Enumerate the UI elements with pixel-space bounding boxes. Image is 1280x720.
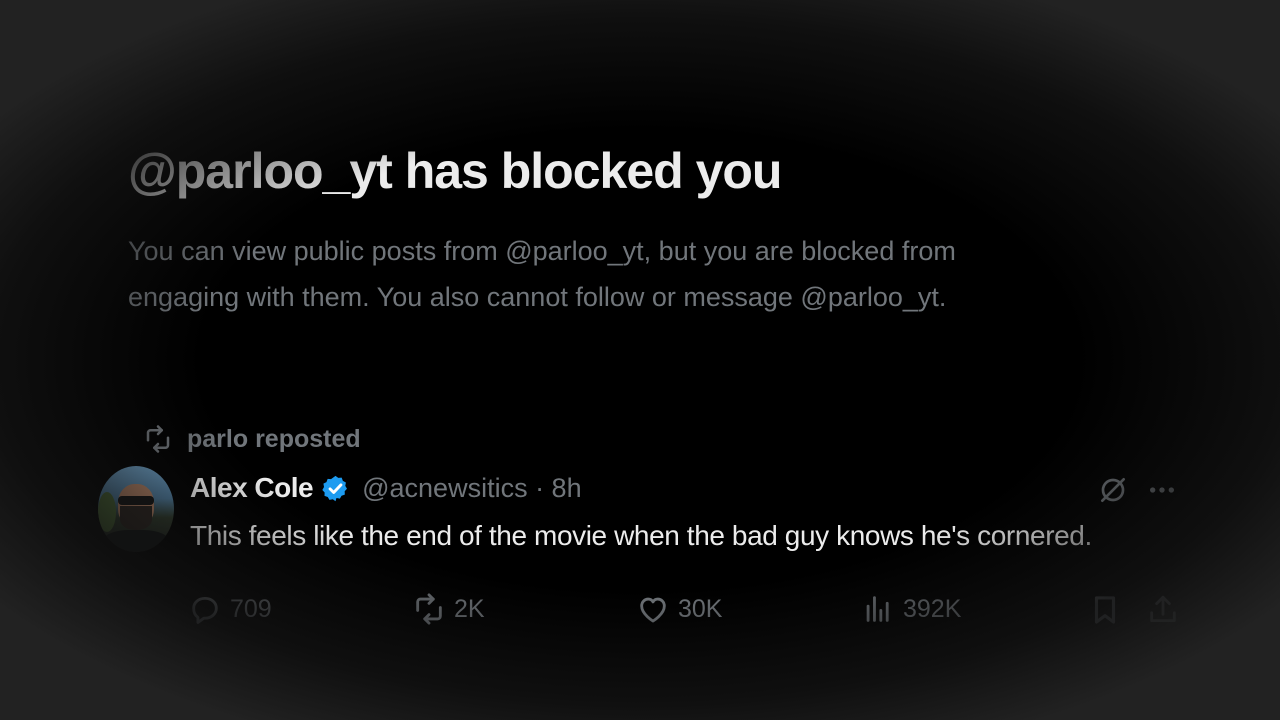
reply-count: 709 <box>230 594 272 623</box>
post-text: This feels like the end of the movie whe… <box>190 520 1092 551</box>
repost-button[interactable]: 2K <box>412 592 485 626</box>
repost-icon <box>416 593 442 625</box>
repost-count: 2K <box>454 594 485 623</box>
views-icon <box>866 596 889 622</box>
post-header: Alex Cole @acnewsitics · 8h <box>190 472 582 504</box>
author-name[interactable]: Alex Cole <box>190 472 314 504</box>
reply-button[interactable]: 709 <box>188 592 272 626</box>
views-button[interactable]: 392K <box>861 592 961 626</box>
verified-badge-icon[interactable] <box>321 474 350 503</box>
author-handle-and-time[interactable]: @acnewsitics · 8h <box>362 473 581 504</box>
repost-label: parlo reposted <box>187 424 361 453</box>
more-icon[interactable] <box>1146 474 1178 506</box>
author-avatar[interactable] <box>98 466 174 552</box>
grok-icon[interactable] <box>1097 474 1129 506</box>
blocked-profile-page: @parloo_yt has blocked you You can view … <box>0 0 1280 720</box>
like-button[interactable]: 30K <box>636 592 722 626</box>
bookmark-icon[interactable] <box>1088 592 1122 628</box>
share-icon[interactable] <box>1146 592 1180 628</box>
blocked-title: @parloo_yt has blocked you <box>128 143 782 199</box>
views-count: 392K <box>903 594 962 623</box>
like-icon <box>640 597 666 623</box>
blocked-description: You can view public posts from @parloo_y… <box>128 236 956 312</box>
reply-icon <box>192 596 218 624</box>
like-count: 30K <box>678 594 723 623</box>
repost-indicator[interactable]: parlo reposted <box>143 424 361 454</box>
repost-icon <box>146 425 170 453</box>
